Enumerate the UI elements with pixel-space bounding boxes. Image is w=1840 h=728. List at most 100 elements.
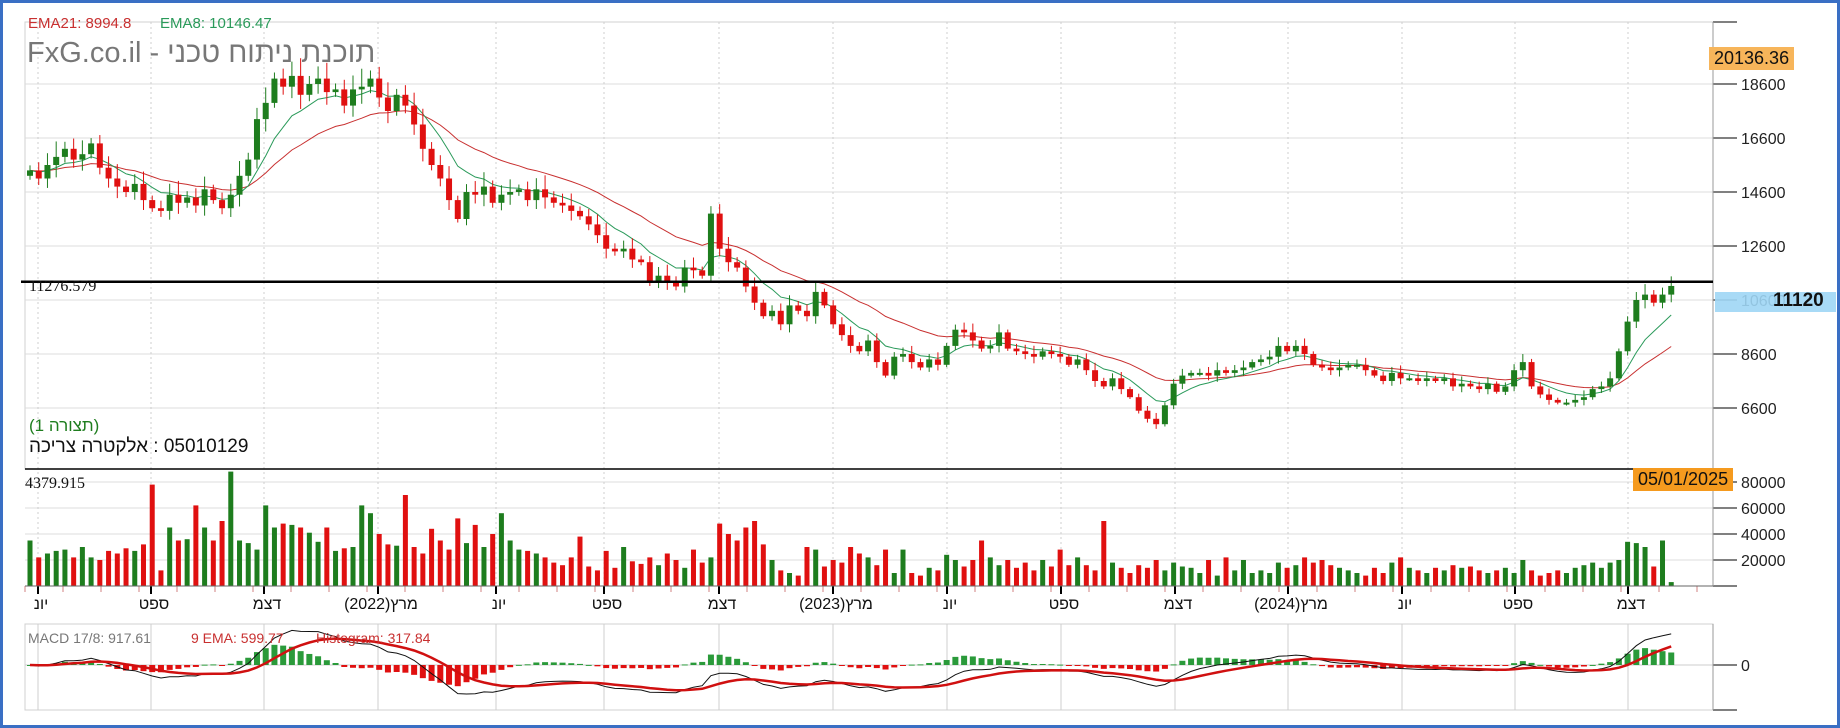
volume-bar xyxy=(420,553,426,586)
x-axis-label: דצמ xyxy=(1616,596,1646,613)
volume-bar xyxy=(1144,567,1150,586)
candle-down xyxy=(1319,364,1326,368)
macd-histogram-bar xyxy=(402,665,409,673)
candle-up xyxy=(891,356,898,376)
candle-up xyxy=(166,194,173,211)
macd-histogram-bar xyxy=(1065,665,1072,666)
volume-bar xyxy=(1249,573,1255,586)
macd-histogram-bar xyxy=(498,665,505,670)
macd-histogram-bar xyxy=(1458,665,1465,667)
chart-canvas[interactable] xyxy=(0,0,1840,728)
macd-histogram-bar xyxy=(611,665,618,669)
candle-down xyxy=(524,189,531,201)
candle-down xyxy=(96,143,103,168)
candle-down xyxy=(699,270,706,276)
candle-up xyxy=(1511,370,1518,387)
candle-down xyxy=(1205,372,1212,376)
macd-histogram-bar xyxy=(891,665,898,668)
candle-up xyxy=(769,310,776,317)
candle-down xyxy=(1650,294,1657,303)
candle-down xyxy=(1467,383,1474,387)
macd-histogram-bar xyxy=(542,662,549,665)
macd-histogram-bar xyxy=(882,665,889,670)
candle-up xyxy=(786,305,793,325)
volume-bar xyxy=(472,524,478,586)
candle-down xyxy=(568,205,575,211)
candle-down xyxy=(35,170,42,179)
volume-bar xyxy=(1660,540,1666,586)
volume-bar xyxy=(263,505,269,586)
candle-up xyxy=(1240,367,1247,371)
volume-bar xyxy=(979,540,985,586)
x-axis-label: דצמ xyxy=(1163,596,1193,613)
candle-down xyxy=(1092,370,1099,381)
config-label: (תצורה 1) xyxy=(29,416,100,435)
hline-label: 11276.579 xyxy=(29,278,97,295)
candle-up xyxy=(1423,378,1430,381)
macd-histogram-bar xyxy=(1598,663,1605,665)
volume-bar xyxy=(464,543,469,586)
macd-histogram-bar xyxy=(219,665,226,666)
candle-down xyxy=(454,200,461,219)
volume-bar xyxy=(1188,567,1194,586)
macd-histogram-bar xyxy=(690,662,697,665)
macd-histogram-bar xyxy=(1528,662,1535,665)
candle-down xyxy=(638,259,645,263)
volume-bar xyxy=(1398,557,1404,586)
macd-histogram-bar xyxy=(1083,665,1090,667)
candle-down xyxy=(428,148,435,165)
macd-histogram-bar xyxy=(803,665,810,667)
volume-bar xyxy=(682,567,688,586)
candle-up xyxy=(1563,402,1570,405)
candle-down xyxy=(1554,399,1561,403)
candle-down xyxy=(70,148,77,160)
candle-down xyxy=(734,262,741,268)
volume-bar xyxy=(1092,570,1098,586)
volume-bar xyxy=(586,566,592,586)
candle-up xyxy=(393,94,400,111)
volume-bar xyxy=(1354,573,1360,586)
macd-histogram-bar xyxy=(559,662,566,665)
candle-up xyxy=(227,194,234,209)
candle-down xyxy=(1144,410,1151,419)
macd-histogram-bar xyxy=(1502,665,1509,666)
macd-histogram-bar xyxy=(1484,665,1491,666)
volume-bar xyxy=(1328,565,1334,586)
candle-up xyxy=(515,189,522,192)
volume-bar xyxy=(621,547,627,586)
macd-histogram-bar xyxy=(515,664,522,666)
macd-histogram-bar xyxy=(734,658,741,665)
candle-down xyxy=(1301,345,1308,354)
macd-histogram-bar xyxy=(751,665,758,666)
y-tick: 14600 xyxy=(1741,185,1786,202)
volume-bar xyxy=(560,565,566,586)
candle-up xyxy=(1598,386,1605,390)
candle-up xyxy=(1519,362,1526,371)
volume-bar xyxy=(1022,562,1028,586)
candle-down xyxy=(341,89,348,106)
x-axis-label: ספט xyxy=(138,596,170,613)
volume-bar xyxy=(821,566,827,586)
candle-down xyxy=(437,165,444,179)
candle-down xyxy=(1057,354,1064,357)
macd-histogram-bar xyxy=(1301,661,1308,665)
candle-down xyxy=(1371,370,1378,376)
candle-down xyxy=(1223,370,1230,373)
candle-down xyxy=(838,324,845,336)
volume-bar xyxy=(1031,570,1037,586)
x-axis-label: דצמ xyxy=(707,596,737,613)
candle-down xyxy=(210,189,217,201)
macd-histogram-bar xyxy=(1441,665,1448,667)
volume-bar xyxy=(88,557,94,586)
x-axis-label: יונ xyxy=(491,596,507,613)
macd-histogram-bar xyxy=(175,665,182,669)
volume-bar xyxy=(629,561,635,586)
y-tick: 6600 xyxy=(1741,401,1777,418)
volume-bar xyxy=(1590,562,1596,586)
volume-bar xyxy=(1005,560,1011,586)
macd-histogram-bar xyxy=(306,653,313,665)
macd-histogram-bar xyxy=(629,665,636,669)
volume-bar xyxy=(664,553,670,586)
candle-down xyxy=(114,178,121,187)
candle-up xyxy=(236,175,243,195)
